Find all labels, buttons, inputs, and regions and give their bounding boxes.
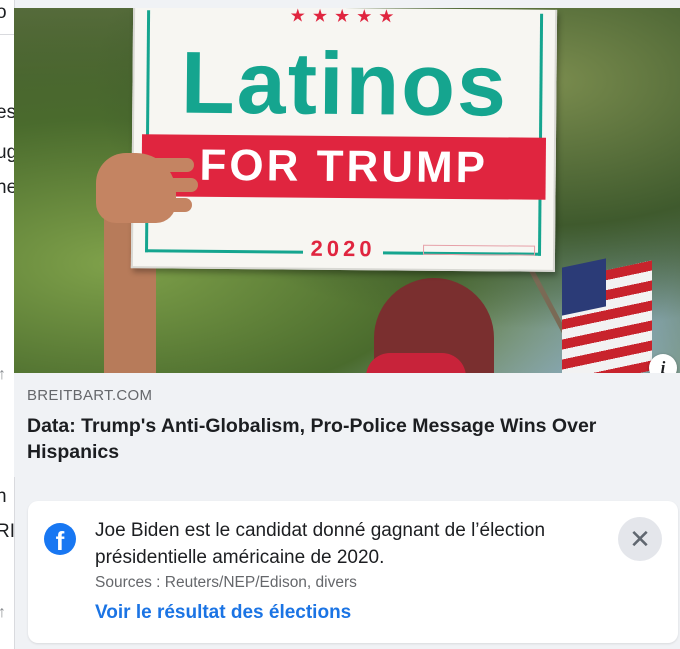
sign-year: 2020 — [302, 235, 384, 262]
link-domain: BREITBART.COM — [27, 387, 153, 404]
us-flag-canton — [562, 258, 606, 316]
close-icon[interactable]: ✕ — [618, 517, 662, 561]
strip-text: ug — [0, 142, 14, 164]
strip-text: o — [0, 2, 7, 24]
strip-text: he — [0, 177, 14, 199]
strip-text: n — [0, 486, 7, 508]
campaign-sign: ★★★★★ Latinos FOR TRUMP 2020 — [130, 8, 558, 272]
strip-divider — [0, 34, 14, 35]
previous-post-strip: o es ug he ↑ n RI ↑ — [0, 0, 15, 649]
sign-line-for-trump: FOR TRUMP — [199, 140, 489, 193]
strip-text: RI — [0, 521, 15, 542]
strip-text: es — [0, 102, 14, 124]
sign-disclaimer-box — [422, 244, 536, 256]
link-preview-meta[interactable]: BREITBART.COM Data: Trump's Anti-Globali… — [14, 373, 680, 477]
link-preview-card[interactable]: ★★★★★ Latinos FOR TRUMP 2020 i BREITBART… — [14, 8, 680, 477]
election-notice-text: Joe Biden est le candidat donné gagnant … — [95, 520, 546, 568]
finger — [132, 178, 198, 192]
finger — [134, 158, 194, 172]
sign-line-latinos: Latinos — [180, 32, 509, 135]
sign-stars: ★★★★★ — [289, 8, 401, 27]
sign-band: FOR TRUMP — [141, 134, 547, 200]
link-headline[interactable]: Data: Trump's Anti-Globalism, Pro-Police… — [27, 413, 667, 465]
facebook-icon: f — [44, 523, 76, 555]
finger — [130, 198, 192, 212]
election-sources: Sources : Reuters/NEP/Edison, divers — [95, 574, 357, 591]
election-results-link[interactable]: Voir le résultat des élections — [95, 602, 351, 624]
election-info-panel: f Joe Biden est le candidat donné gagnan… — [28, 501, 678, 643]
red-hat — [366, 353, 466, 373]
share-arrow-icon[interactable]: ↑ — [0, 604, 6, 622]
link-preview-image[interactable]: ★★★★★ Latinos FOR TRUMP 2020 — [14, 8, 680, 373]
share-arrow-icon[interactable]: ↑ — [0, 366, 6, 384]
